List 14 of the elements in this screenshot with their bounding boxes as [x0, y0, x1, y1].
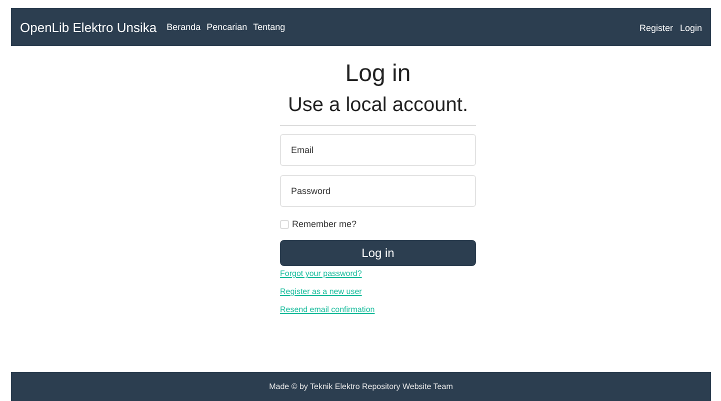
nav-link[interactable]: Pencarian — [206, 22, 248, 32]
page-subtitle: Use a local account. — [288, 93, 468, 118]
email-field[interactable]: Email — [280, 134, 476, 166]
nav-link[interactable]: Login — [680, 23, 702, 33]
login-button[interactable]: Log in — [280, 240, 476, 266]
nav-link[interactable]: Beranda — [166, 22, 201, 32]
nav-link[interactable]: Register — [639, 23, 673, 33]
remember-checkbox[interactable] — [280, 220, 289, 228]
nav-link[interactable]: Tentang — [253, 22, 286, 32]
remember-label: Remember me? — [292, 219, 357, 229]
password-field[interactable]: Password — [280, 175, 476, 207]
brand-link[interactable]: OpenLib Elektro Unsika — [20, 20, 157, 34]
page-title: Log in — [345, 59, 411, 89]
footer-text: Made © by Teknik Elektro Repository Website Team — [269, 382, 453, 391]
